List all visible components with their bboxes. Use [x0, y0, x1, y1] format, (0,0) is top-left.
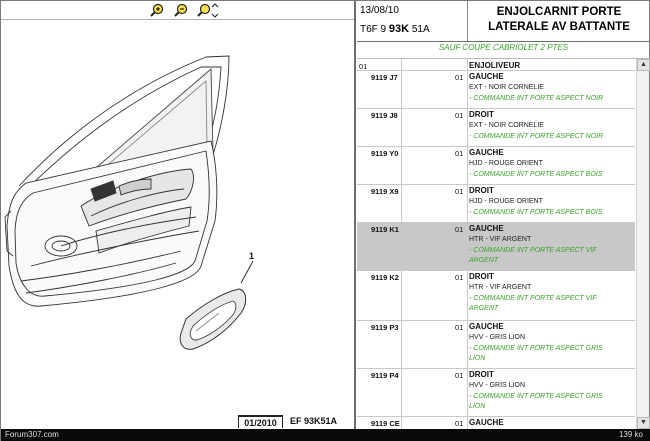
part-row[interactable]: 9119 P4 01 DROIT HVV - GRIS LION - COMMANDE …: [357, 368, 635, 416]
part-reference: 9119 P4: [371, 371, 399, 380]
drawing-reference: EF 93K51A: [290, 416, 338, 426]
compatibility-note: - COMMANDE INT PORTE ASPECT VIF: [469, 295, 597, 302]
trim-color: HVV - GRIS LION: [469, 334, 526, 341]
trim-color: HVV - GRIS LION: [469, 382, 526, 389]
trim-color: HTR - VIF ARGENT: [469, 284, 532, 291]
part-designation: GAUCHE: [469, 418, 504, 427]
zoom-in-icon[interactable]: [149, 3, 165, 18]
part-designation: DROIT: [469, 110, 494, 119]
part-reference: 9119 Y0: [371, 149, 399, 158]
part-row[interactable]: 9119 K2 01 DROIT HTR - VIF ARGENT - COMMANDE…: [357, 270, 635, 320]
vertical-scrollbar[interactable]: ▲ ▼: [636, 59, 650, 429]
compatibility-note: - COMMANDE INT PORTE ASPECT NOIR: [469, 95, 604, 102]
status-bar: Forum307.com 139 ko: [1, 429, 650, 441]
compatibility-note-cont: ARGENT: [469, 257, 499, 264]
quantity: 01: [455, 419, 464, 428]
zoom-fit-icon[interactable]: [197, 3, 219, 18]
part-reference: 9119 CE: [371, 419, 400, 428]
part-reference: 9119 J8: [371, 111, 398, 120]
part-reference: 9119 X9: [371, 187, 399, 196]
compatibility-note: - COMMANDE INT PORTE ASPECT GRIS: [469, 393, 603, 400]
door-panel-drawing: 1: [4, 55, 254, 350]
callout-number: 1: [249, 251, 254, 261]
compatibility-note: - COMMANDE INT PORTE ASPECT BOIS: [469, 209, 603, 216]
quantity: 01: [455, 225, 464, 234]
part-row[interactable]: 9119 X9 01 DROIT HJD - ROUGE ORIENT - COMMAN…: [357, 184, 635, 222]
part-reference: 9119 K2: [371, 273, 399, 282]
quantity: 01: [455, 273, 464, 282]
code-suffix: 51A: [409, 24, 430, 35]
part-reference: 9119 P3: [371, 323, 399, 332]
trim-color: HJD - ROUGE ORIENT: [469, 198, 543, 205]
compatibility-note: - COMMANDE INT PORTE ASPECT NOIR: [469, 133, 604, 140]
code-bold: 93K: [388, 23, 410, 35]
part-designation: GAUCHE: [469, 148, 504, 157]
zoom-out-icon[interactable]: [173, 3, 189, 18]
compatibility-note: - COMMANDE INT PORTE ASPECT VIF: [469, 247, 597, 254]
compatibility-note: - COMMANDE INT PORTE ASPECT GRIS: [469, 345, 603, 352]
quantity: 01: [455, 371, 464, 380]
quantity: 01: [455, 187, 464, 196]
parts-list: 01 ENJOLIVEUR 9119 J7 01 GAUCHE EXT - NOIR CO…: [357, 59, 635, 429]
header-code: T6F 9 93K 51A: [360, 23, 430, 35]
trim-color: HJD - ROUGE ORIENT: [469, 160, 543, 167]
compatibility-note-cont: LION: [469, 403, 486, 410]
part-row[interactable]: 9119 J7 01 GAUCHE EXT - NOIR CORNELIE - COMM…: [357, 70, 635, 108]
title-line-1: ENJOLCARNIT PORTE: [496, 6, 622, 18]
zoom-toolbar: [1, 1, 354, 20]
part-designation: ENJOLIVEUR: [469, 61, 521, 70]
drawing-date: 01/2010: [238, 415, 283, 428]
header-rule: [357, 41, 650, 42]
trim-color: EXT - NOIR CORNELIE: [469, 84, 544, 91]
part-reference: 9119 J7: [371, 73, 398, 82]
title-line-2: LATERALE AV BATTANTE: [488, 21, 630, 33]
catalog-window: 1 01/2010 EF 93K51A 13/08/10 T6F 9 93K 5…: [0, 0, 650, 441]
illustration-panel: 1 01/2010 EF 93K51A: [1, 1, 356, 429]
page-title: ENJOLCARNIT PORTE LATERALE AV BATTANTE: [469, 5, 649, 35]
header-divider: [467, 1, 468, 41]
trim-color: EXT - NOIR CORNELIE: [469, 122, 544, 129]
header-date: 13/08/10: [360, 5, 399, 16]
quantity: 01: [455, 323, 464, 332]
site-watermark: Forum307.com: [5, 430, 59, 439]
part-row[interactable]: 01 ENJOLIVEUR: [357, 59, 635, 71]
part-designation: DROIT: [469, 272, 494, 281]
parts-panel: 13/08/10 T6F 9 93K 51A ENJOLCARNIT PORTE…: [357, 1, 650, 429]
part-row[interactable]: 9119 Y0 01 GAUCHE HJD - ROUGE ORIENT - COMMA…: [357, 146, 635, 184]
part-row[interactable]: 9119 CE01GAUCHEHC1 - GRIS DORE: [357, 416, 635, 429]
compatibility-note-cont: LION: [469, 355, 486, 362]
compatibility-note: - COMMANDE INT PORTE ASPECT BOIS: [469, 171, 603, 178]
scroll-down-icon[interactable]: ▼: [637, 417, 650, 429]
part-reference: 9119 K1: [371, 225, 399, 234]
part-designation: GAUCHE: [469, 72, 504, 81]
part-row[interactable]: 9119 J8 01 DROIT EXT - NOIR CORNELIE - COMMA…: [357, 108, 635, 146]
quantity: 01: [455, 73, 464, 82]
applicability-note: SAUF COUPE CABRIOLET 2 PTES: [438, 43, 569, 52]
code-prefix: T6F 9: [360, 24, 389, 35]
part-designation: GAUCHE: [469, 322, 504, 331]
compatibility-note-cont: ARGENT: [469, 305, 499, 312]
trim-color: HTR - VIF ARGENT: [469, 236, 532, 243]
part-designation: DROIT: [469, 370, 494, 379]
part-designation: DROIT: [469, 186, 494, 195]
part-designation: GAUCHE: [469, 224, 504, 233]
quantity: 01: [455, 149, 464, 158]
quantity: 01: [455, 111, 464, 120]
scroll-up-icon[interactable]: ▲: [637, 59, 650, 71]
file-size: 139 ko: [618, 430, 643, 439]
part-row[interactable]: 9119 P3 01 GAUCHE HVV - GRIS LION - COMMANDE…: [357, 320, 635, 368]
part-row[interactable]: 9119 K1 01 GAUCHE HTR - VIF ARGENT - COMMAND…: [357, 222, 635, 270]
